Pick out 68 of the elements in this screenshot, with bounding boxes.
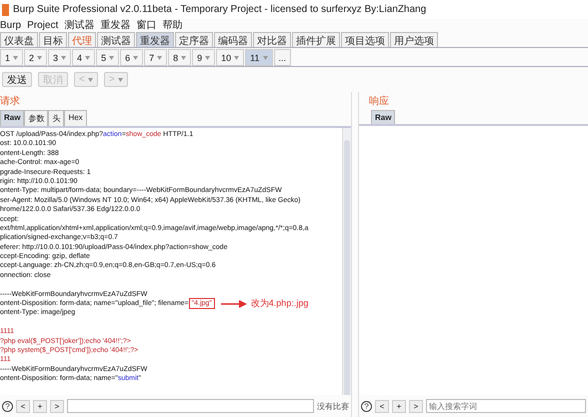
repeater-tab[interactable]: 8 [168, 49, 192, 66]
response-editor[interactable] [359, 126, 588, 395]
editor-tab[interactable]: Raw [371, 110, 396, 124]
repeater-tab[interactable]: 4 [72, 49, 96, 66]
repeater-tab[interactable]: 10 [216, 49, 244, 66]
search-nav-button[interactable]: + [33, 400, 47, 412]
search-nav-button[interactable]: > [409, 400, 423, 412]
panel-title: 请求 [0, 94, 21, 109]
tool-tab[interactable]: 重发器 [136, 32, 174, 47]
search-field[interactable] [67, 399, 314, 413]
tool-tab[interactable]: 插件扩展 [292, 32, 340, 47]
menu-item[interactable]: 测试器 [64, 18, 94, 32]
caret-icon [109, 56, 114, 60]
window-title: Burp Suite Professional v2.0.11beta - Temporary Project - licensed to surferxyz By:LianZhang [13, 4, 426, 15]
repeater-tab[interactable]: 5 [96, 49, 120, 66]
tool-tab[interactable]: 目标 [39, 32, 67, 47]
menu-item[interactable]: Project [27, 20, 58, 30]
caret-icon [61, 56, 66, 60]
caret-icon [118, 78, 123, 82]
repeater-tab[interactable]: 9 [192, 49, 216, 66]
panel-title: 响应 [368, 94, 390, 109]
help-button[interactable]: ? [361, 400, 372, 412]
tool-tab[interactable]: 仪表盘 [0, 32, 38, 47]
help-button[interactable]: ? [2, 400, 13, 412]
tool-tab[interactable]: 定序器 [175, 32, 213, 47]
tool-tab[interactable]: 测试器 [97, 32, 135, 47]
caret-icon [13, 56, 18, 60]
caret-icon [37, 56, 42, 60]
match-status: 没有比赛 [317, 400, 349, 412]
editor-tab[interactable]: Raw [0, 110, 24, 126]
caret-icon [85, 56, 90, 60]
scrollbar-thumb[interactable] [344, 140, 350, 395]
caret-icon [181, 56, 186, 60]
tool-tab[interactable]: 对比器 [253, 32, 291, 47]
arrow-icon [220, 300, 247, 308]
caret-icon [234, 56, 240, 60]
action-button[interactable]: 发送 [2, 72, 32, 87]
search-nav-button[interactable]: < [16, 400, 30, 412]
tool-tab[interactable]: 编码器 [214, 32, 252, 47]
search-nav-button[interactable]: + [392, 400, 406, 412]
annotation-text: 改为4.php:.jpg [250, 299, 308, 308]
menu-item[interactable]: 窗口 [136, 18, 156, 32]
editor-tab[interactable]: 参数 [24, 110, 48, 126]
repeater-tab[interactable]: 11 [245, 49, 272, 66]
menu-item[interactable]: 帮助 [162, 18, 182, 32]
scrollbar[interactable] [342, 128, 351, 395]
repeater-tab[interactable]: 2 [24, 49, 48, 66]
caret-icon [157, 56, 162, 60]
tool-tab[interactable]: 用户选项 [390, 32, 438, 47]
repeater-tab[interactable]: 1 [0, 49, 24, 66]
repeater-tab[interactable]: 3 [48, 49, 72, 66]
repeater-tab[interactable]: 7 [144, 49, 168, 66]
app-logo-icon [2, 4, 9, 16]
search-nav-button[interactable]: < [375, 400, 389, 412]
more-tabs-button[interactable]: ... [274, 49, 292, 66]
search-nav-button[interactable]: > [50, 400, 64, 412]
editor-tab[interactable]: 头 [48, 110, 64, 126]
request-editor[interactable] [0, 128, 351, 395]
caret-icon [262, 56, 268, 60]
editor-tab[interactable]: Hex [64, 110, 87, 126]
repeater-tab[interactable]: 6 [120, 49, 144, 66]
search-field[interactable]: 输入搜索字词 [426, 399, 586, 413]
caret-icon [88, 78, 93, 82]
caret-icon [205, 56, 210, 60]
tool-tab[interactable]: 项目选项 [341, 32, 389, 47]
menu-item[interactable]: 重发器 [100, 18, 130, 32]
caret-icon [133, 56, 138, 60]
menu-item[interactable]: Burp [0, 20, 22, 30]
